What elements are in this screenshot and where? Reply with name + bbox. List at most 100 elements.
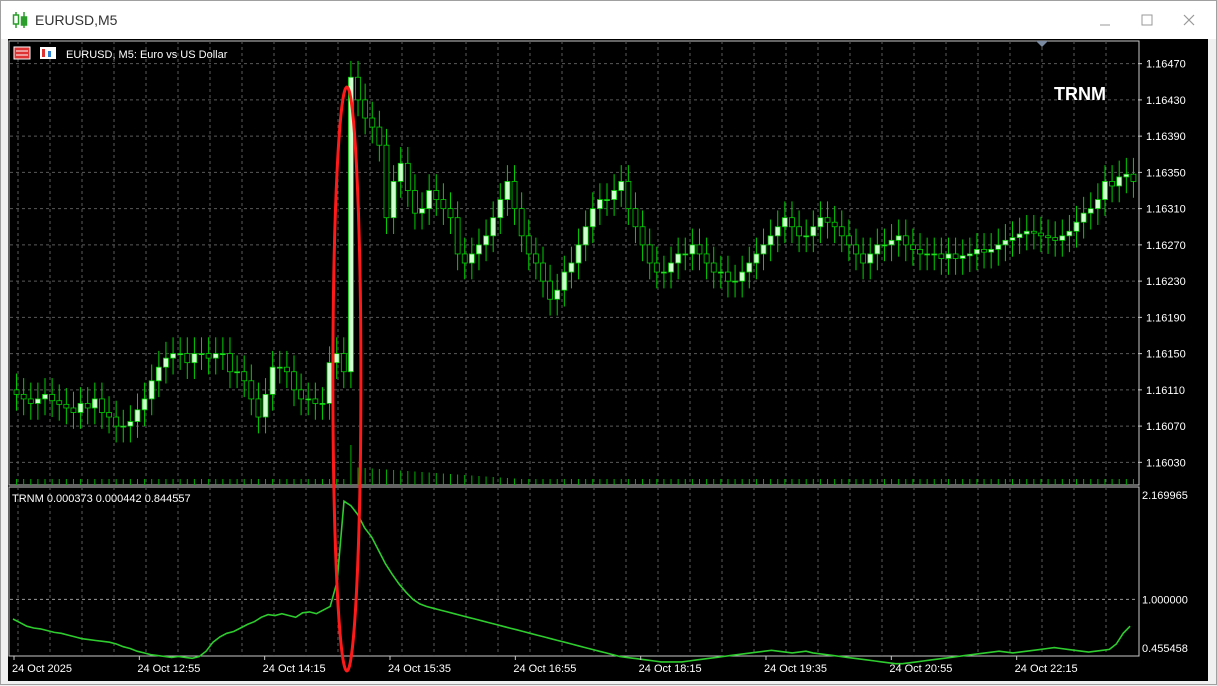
candle-body bbox=[497, 199, 504, 219]
candle-body bbox=[369, 117, 376, 128]
candle-body bbox=[717, 271, 724, 274]
candle-body bbox=[945, 253, 952, 259]
candle-body bbox=[604, 199, 610, 201]
candle-body bbox=[326, 362, 333, 404]
candle-body bbox=[589, 208, 596, 228]
candle-body bbox=[1002, 239, 1009, 246]
candle-body bbox=[155, 366, 162, 382]
candle-body bbox=[461, 253, 468, 264]
candle-body bbox=[340, 353, 347, 373]
candle-body bbox=[532, 253, 539, 264]
candle-body bbox=[127, 421, 134, 427]
candle-body bbox=[966, 253, 973, 257]
candle-body bbox=[319, 403, 326, 405]
candle-body bbox=[753, 253, 760, 264]
candle-body bbox=[148, 380, 155, 400]
candle-body bbox=[625, 181, 632, 210]
candle-body bbox=[902, 235, 909, 246]
candle-body bbox=[1052, 237, 1059, 241]
candle-body bbox=[789, 217, 795, 228]
candle-body bbox=[540, 262, 546, 282]
candle-body bbox=[113, 416, 120, 427]
candle-body bbox=[1116, 176, 1123, 187]
candle-body bbox=[248, 380, 255, 400]
candle-body bbox=[1102, 181, 1108, 200]
candle-body bbox=[106, 412, 112, 418]
candle-body bbox=[874, 244, 881, 255]
candle-body bbox=[49, 393, 56, 402]
candle-body bbox=[27, 398, 34, 404]
close-button[interactable] bbox=[1175, 7, 1203, 33]
candle-body bbox=[938, 253, 945, 259]
indicator-tick-label: 2.169965 bbox=[1142, 490, 1188, 502]
terminal-window: EURUSD,M5 1.16470 1.16430 1.16390 1.16350 1.… bbox=[0, 0, 1217, 685]
candle-body bbox=[504, 181, 511, 200]
candle-body bbox=[917, 249, 923, 255]
minimize-button[interactable] bbox=[1091, 7, 1119, 33]
chart-area[interactable]: 1.16470 1.16430 1.16390 1.16350 1.16310 1.162… bbox=[8, 39, 1208, 681]
candle-body bbox=[440, 199, 447, 210]
candle-body bbox=[177, 353, 184, 356]
candle-body bbox=[276, 366, 283, 369]
candle-body bbox=[376, 126, 383, 146]
candle-body bbox=[653, 262, 660, 273]
candle-body bbox=[618, 181, 625, 191]
chart-canvas[interactable]: 1.16470 1.16430 1.16390 1.16350 1.16310 1.162… bbox=[8, 39, 1208, 681]
candle-body bbox=[511, 181, 518, 210]
candle-body bbox=[77, 403, 84, 413]
candle-body bbox=[70, 407, 77, 413]
watermark-label: TRNM bbox=[1054, 84, 1106, 104]
candle-body bbox=[824, 217, 831, 223]
time-tick-label: 24 Oct 19:35 bbox=[764, 663, 827, 675]
candle-body bbox=[433, 190, 440, 200]
price-tick-label: 1.16310 bbox=[1146, 204, 1186, 216]
candle-body bbox=[632, 208, 639, 228]
candle-body bbox=[675, 253, 682, 264]
candle-body bbox=[99, 398, 105, 413]
candle-body bbox=[881, 244, 888, 247]
candle-body bbox=[803, 235, 810, 238]
time-tick-label: 24 Oct 22:15 bbox=[1015, 663, 1078, 675]
candle-body bbox=[13, 389, 20, 395]
candle-body bbox=[831, 221, 838, 228]
candle-body bbox=[468, 253, 475, 264]
time-tick-label: 24 Oct 12:55 bbox=[137, 663, 200, 675]
candle-body bbox=[255, 398, 262, 418]
candle-body bbox=[134, 409, 141, 422]
time-tick-label: 24 Oct 2025 bbox=[12, 663, 72, 675]
price-tick-label: 1.16270 bbox=[1146, 240, 1186, 252]
candle-body bbox=[867, 253, 874, 264]
candle-body bbox=[974, 249, 980, 255]
candle-body bbox=[888, 239, 895, 246]
candle-body bbox=[682, 253, 689, 256]
candle-body bbox=[234, 371, 240, 374]
candle-body bbox=[1080, 212, 1087, 223]
symbol-flag-icon bbox=[13, 46, 31, 60]
candle-body bbox=[959, 255, 966, 259]
candle-body bbox=[1016, 233, 1023, 239]
candle-body bbox=[404, 162, 411, 191]
candle-body bbox=[269, 366, 276, 395]
candle-body bbox=[262, 393, 269, 418]
candle-body bbox=[298, 389, 305, 400]
candle-body bbox=[283, 366, 290, 373]
candle-body bbox=[333, 353, 340, 364]
candle-body bbox=[760, 244, 767, 255]
candle-body bbox=[661, 271, 667, 274]
maximize-icon bbox=[1141, 14, 1153, 26]
candle-body bbox=[810, 226, 817, 237]
time-tick-label: 24 Oct 15:35 bbox=[388, 663, 451, 675]
candle-body bbox=[1045, 235, 1051, 239]
title-bar[interactable]: EURUSD,M5 bbox=[1, 1, 1216, 39]
window-title: EURUSD,M5 bbox=[35, 12, 118, 28]
maximize-button[interactable] bbox=[1133, 7, 1161, 33]
candle-body bbox=[291, 371, 297, 391]
candle-body bbox=[483, 235, 489, 246]
candle-body bbox=[1094, 199, 1101, 210]
price-tick-label: 1.16110 bbox=[1146, 385, 1185, 397]
candle-body bbox=[931, 253, 938, 256]
candle-body bbox=[689, 244, 696, 255]
candle-body bbox=[412, 190, 418, 214]
chart-title: EURUSD, M5: Euro vs US Dollar bbox=[66, 49, 228, 61]
candle-body bbox=[1059, 235, 1066, 241]
